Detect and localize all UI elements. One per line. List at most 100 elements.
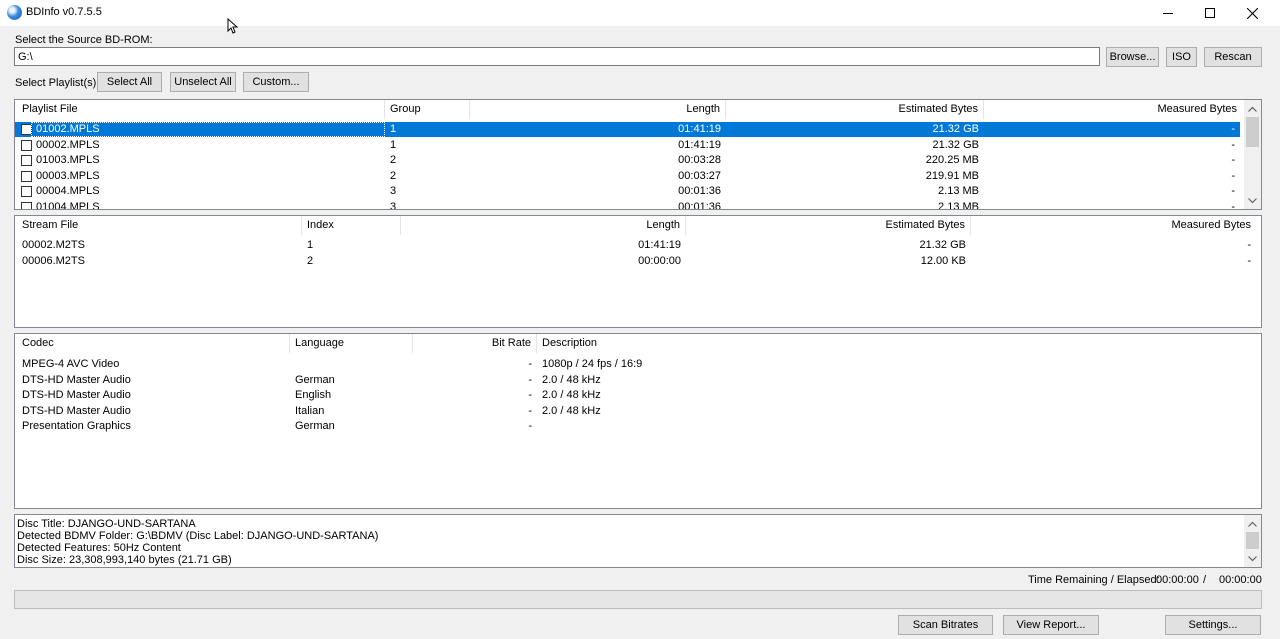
playlist-estimated-bytes: 21.32 GB	[932, 138, 979, 151]
playlist-length: 00:01:36	[678, 200, 721, 210]
stream-measured-bytes: -	[1247, 255, 1251, 267]
rescan-button[interactable]: Rescan	[1204, 47, 1262, 67]
chevron-down-icon[interactable]	[1244, 192, 1261, 209]
title-bar[interactable]: BDInfo v0.7.5.5	[0, 0, 1280, 26]
playlist-estimated-bytes: 2.13 MB	[938, 185, 979, 197]
playlist-length: 00:01:36	[678, 185, 721, 197]
disc-info-line: Detected BDMV Folder: G:\BDMV (Disc Labe…	[17, 530, 379, 542]
table-row[interactable]: 01004.MPLS 3 00:01:36 2.13 MB -	[15, 200, 1240, 210]
header-language[interactable]: Language	[290, 334, 413, 353]
table-row[interactable]: DTS-HD Master Audio Italian -2.0 / 48 kHz	[15, 404, 1256, 419]
codec-language	[290, 357, 413, 372]
codec-bit-rate: -	[528, 420, 532, 432]
codec-table[interactable]: Codec Language Bit Rate Description MPEG…	[14, 333, 1262, 509]
playlist-file: 00003.MPLS	[36, 169, 100, 182]
playlist-estimated-bytes: 2.13 MB	[938, 200, 979, 210]
header-index[interactable]: Index	[302, 216, 401, 235]
codec-description: 1080p / 24 fps / 16:9	[542, 358, 643, 370]
playlist-scroll-thumb[interactable]	[1246, 117, 1259, 147]
playlist-measured-bytes: -	[1231, 169, 1235, 182]
table-row[interactable]: 01002.MPLS 1 01:41:19 21.32 GB -	[15, 122, 1240, 137]
header-length[interactable]: Length	[470, 100, 726, 119]
stream-length: 00:00:00	[638, 255, 681, 267]
playlist-measured-bytes: -	[1231, 200, 1235, 210]
table-row[interactable]: 00003.MPLS 2 00:03:27 219.91 MB -	[15, 169, 1240, 184]
chevron-up-icon[interactable]	[1244, 100, 1261, 117]
bdinfo-disc-icon	[7, 5, 22, 20]
table-row[interactable]: DTS-HD Master Audio German -2.0 / 48 kHz	[15, 373, 1256, 388]
settings-button[interactable]: Settings...	[1165, 615, 1261, 635]
header-stream-file[interactable]: Stream File	[17, 216, 302, 235]
header-group[interactable]: Group	[385, 100, 470, 119]
playlist-file: 01004.MPLS	[36, 200, 100, 210]
codec-name: DTS-HD Master Audio	[22, 404, 131, 417]
header-description[interactable]: Description	[537, 334, 837, 353]
custom-button[interactable]: Custom...	[243, 72, 309, 92]
codec-name: Presentation Graphics	[22, 420, 131, 432]
playlist-group: 2	[390, 154, 397, 166]
view-report-button[interactable]: View Report...	[1003, 615, 1099, 635]
iso-button[interactable]: ISO	[1166, 47, 1197, 67]
table-row[interactable]: 00006.M2TS 2 00:00:00 12.00 KB -	[15, 254, 1256, 269]
header-codec[interactable]: Codec	[17, 334, 290, 353]
table-row[interactable]: 00002.MPLS 1 01:41:19 21.32 GB -	[15, 138, 1240, 153]
codec-bit-rate: -	[528, 358, 532, 370]
codec-description	[537, 419, 937, 434]
playlist-group: 1	[390, 123, 397, 135]
table-row[interactable]: 00004.MPLS 3 00:01:36 2.13 MB -	[15, 184, 1240, 199]
playlist-length: 01:41:19	[678, 123, 721, 135]
table-row[interactable]: Presentation Graphics German -	[15, 419, 1256, 434]
minimize-icon	[1163, 13, 1173, 14]
codec-bit-rate: -	[528, 404, 532, 417]
header-stream-length[interactable]: Length	[401, 216, 686, 235]
table-row[interactable]: 00002.M2TS 1 01:41:19 21.32 GB -	[15, 238, 1256, 253]
codec-language: German	[295, 373, 335, 386]
header-estimated-bytes[interactable]: Estimated Bytes	[726, 100, 984, 119]
mouse-cursor-icon	[227, 18, 238, 34]
close-button[interactable]	[1230, 0, 1274, 26]
select-all-button[interactable]: Select All	[97, 72, 162, 92]
playlist-length: 00:03:28	[678, 154, 721, 166]
codec-table-header: Codec Language Bit Rate Description	[15, 334, 1261, 353]
stream-table[interactable]: Stream File Index Length Estimated Bytes…	[14, 215, 1262, 328]
scan-bitrates-button[interactable]: Scan Bitrates	[898, 615, 993, 635]
maximize-icon	[1205, 8, 1215, 18]
stream-file: 00006.M2TS	[22, 255, 85, 267]
header-playlist-file[interactable]: Playlist File	[17, 100, 385, 119]
table-row[interactable]: 01003.MPLS 2 00:03:28 220.25 MB -	[15, 153, 1240, 168]
disc-info-scroll-thumb[interactable]	[1246, 532, 1259, 549]
playlist-file: 01002.MPLS	[31, 122, 385, 137]
time-separator: /	[1203, 574, 1207, 586]
minimize-button[interactable]	[1146, 0, 1190, 26]
stream-length: 01:41:19	[638, 239, 681, 251]
playlist-length: 00:03:27	[678, 169, 721, 182]
codec-name: DTS-HD Master Audio	[22, 373, 131, 386]
browse-button[interactable]: Browse...	[1106, 47, 1159, 67]
header-measured-bytes[interactable]: Measured Bytes	[984, 100, 1242, 119]
disc-info-scrollbar[interactable]	[1244, 515, 1261, 567]
playlist-length: 01:41:19	[678, 138, 721, 151]
header-stream-estimated-bytes[interactable]: Estimated Bytes	[686, 216, 971, 235]
playlist-group: 3	[390, 185, 397, 197]
scan-progress-bar	[14, 590, 1262, 609]
maximize-button[interactable]	[1188, 0, 1232, 26]
header-stream-measured-bytes[interactable]: Measured Bytes	[971, 216, 1256, 235]
playlist-table[interactable]: Playlist File Group Length Estimated Byt…	[14, 99, 1262, 210]
stream-file: 00002.M2TS	[22, 239, 85, 251]
playlist-measured-bytes: -	[1231, 185, 1235, 197]
chevron-up-icon[interactable]	[1244, 515, 1261, 532]
disc-info-box[interactable]: Disc Title: DJANGO-UND-SARTANA Detected …	[14, 514, 1262, 568]
playlist-measured-bytes: -	[1231, 154, 1235, 166]
playlist-measured-bytes: -	[1231, 138, 1235, 151]
unselect-all-button[interactable]: Unselect All	[170, 72, 236, 92]
codec-name: DTS-HD Master Audio	[22, 389, 131, 401]
source-path-input[interactable]	[14, 47, 1100, 66]
header-bit-rate[interactable]: Bit Rate	[413, 334, 537, 353]
stream-index: 1	[307, 239, 314, 251]
table-row[interactable]: DTS-HD Master Audio English -2.0 / 48 kHz	[15, 388, 1256, 403]
playlist-group: 2	[390, 169, 397, 182]
stream-estimated-bytes: 21.32 GB	[919, 239, 966, 251]
playlist-scrollbar[interactable]	[1244, 100, 1261, 209]
table-row[interactable]: MPEG-4 AVC Video -1080p / 24 fps / 16:9	[15, 357, 1256, 372]
chevron-down-icon[interactable]	[1244, 550, 1261, 567]
